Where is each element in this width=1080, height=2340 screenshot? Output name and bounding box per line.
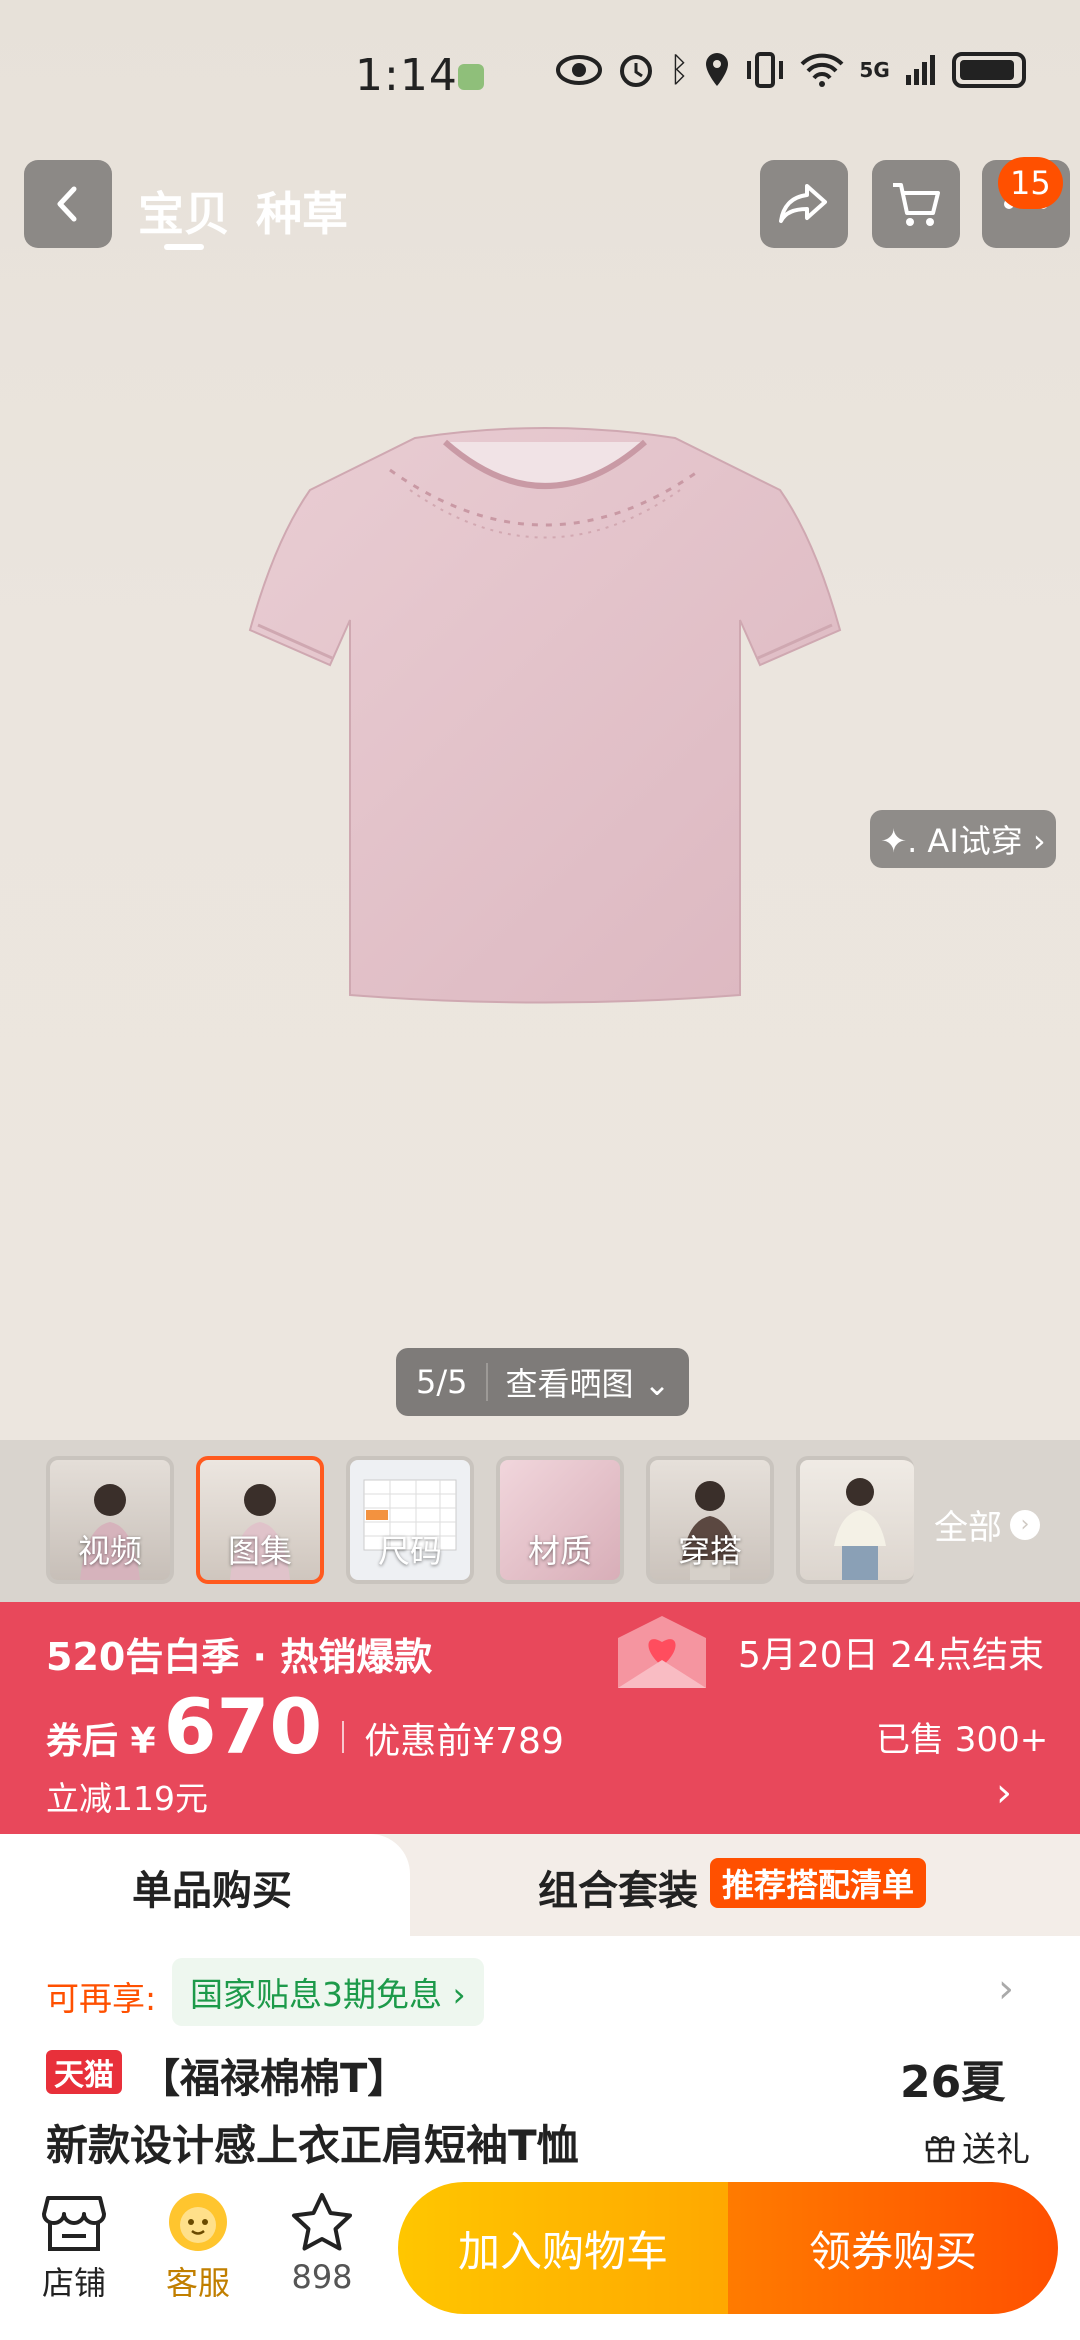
combo-recommend-tag[interactable]: 推荐搭配清单 bbox=[710, 1858, 927, 1908]
vibrate-icon bbox=[747, 52, 784, 88]
price-value: 670 bbox=[163, 1682, 323, 1771]
app-indicator-icon bbox=[458, 64, 484, 90]
signal-icon bbox=[905, 55, 935, 85]
tab-active-indicator bbox=[164, 244, 204, 250]
person-thumbnail bbox=[834, 1478, 886, 1580]
gift-button[interactable]: 送礼 bbox=[924, 2122, 1030, 2171]
service-mascot-icon bbox=[169, 2193, 227, 2251]
chevron-right-icon: › bbox=[996, 1770, 1012, 1816]
thumb-material[interactable]: 材质 bbox=[496, 1456, 624, 1584]
image-counter[interactable]: 5/5 查看晒图 ⌄ bbox=[396, 1348, 689, 1416]
cart-icon bbox=[893, 183, 940, 226]
thumb-label: 材质 bbox=[527, 1532, 592, 1570]
thumb-gallery[interactable]: 图集 bbox=[196, 1456, 324, 1584]
thumb-outfit[interactable]: 穿搭 bbox=[646, 1456, 774, 1584]
tab-product[interactable]: 宝贝 bbox=[138, 178, 230, 244]
eye-icon bbox=[556, 55, 602, 85]
envelope-heart-icon bbox=[618, 1616, 706, 1688]
original-price: 优惠前¥789 bbox=[364, 1721, 564, 1762]
add-to-cart-button[interactable]: 加入购物车 bbox=[398, 2182, 728, 2314]
thumb-label: 图集 bbox=[227, 1532, 292, 1570]
thumb-label: 视频 bbox=[77, 1532, 142, 1570]
thumb-size[interactable]: 尺码 bbox=[346, 1456, 474, 1584]
status-time: 1:14 bbox=[355, 50, 458, 101]
coupon-buy-button[interactable]: 领券购买 bbox=[728, 2182, 1058, 2314]
bottom-action-bar: 店铺 客服 898 加入购物车 领券购买 bbox=[0, 2166, 1080, 2340]
tab-combo-set[interactable]: 组合套装 bbox=[538, 1858, 698, 1916]
customer-service-button[interactable]: 客服 bbox=[148, 2186, 248, 2304]
product-gallery[interactable]: 1:14 ᛒ 5G 宝贝 种草 15 ✦. AI试穿 › 5/5 查看晒图 ⌄ bbox=[0, 0, 1080, 1440]
season-label: 26夏 bbox=[900, 2057, 1006, 2108]
network-label: 5G bbox=[859, 58, 890, 82]
thumbnail-strip: 视频 图集 尺码 材质 穿搭 全部 › bbox=[0, 1440, 1080, 1602]
chevron-right-icon[interactable]: › bbox=[998, 1966, 1014, 2012]
price-row: 券后 ¥ 670 优惠前¥789 bbox=[46, 1682, 564, 1771]
cart-button[interactable] bbox=[872, 160, 960, 248]
product-title-line2: 新款设计感上衣正肩短袖T恤 bbox=[46, 2121, 579, 2170]
share-icon bbox=[779, 184, 827, 223]
store-button[interactable]: 店铺 bbox=[24, 2186, 124, 2304]
thumb-video[interactable]: 视频 bbox=[46, 1456, 174, 1584]
status-bar: 1:14 ᛒ 5G bbox=[0, 40, 1080, 115]
tab-recommend[interactable]: 种草 bbox=[256, 178, 348, 244]
price-prefix: 券后 ¥ bbox=[46, 1721, 156, 1762]
product-info: 可再享: 国家贴息3期免息 › › 天猫 【福禄棉棉T】 26夏 新款设计感上衣… bbox=[0, 1936, 1080, 2170]
view-photos-link[interactable]: 查看晒图 ⌄ bbox=[488, 1359, 689, 1405]
product-image[interactable] bbox=[240, 420, 850, 1020]
status-icons: ᛒ 5G bbox=[555, 50, 1026, 90]
favorite-button[interactable]: 898 bbox=[272, 2186, 372, 2296]
purchase-type-tabs: 单品购买 组合套装 推荐搭配清单 bbox=[0, 1834, 1080, 1936]
thumb-label: 尺码 bbox=[377, 1532, 442, 1570]
chevron-right-icon: › bbox=[1010, 1509, 1040, 1540]
gift-label: 送礼 bbox=[962, 2130, 1030, 2170]
installment-subsidy-tag[interactable]: 国家贴息3期免息 › bbox=[172, 1958, 484, 2026]
thumb-label: 穿搭 bbox=[677, 1532, 742, 1570]
sold-count: 已售 300+ bbox=[876, 1720, 1049, 1760]
back-button[interactable] bbox=[24, 160, 112, 248]
back-arrow-icon bbox=[57, 186, 77, 222]
bluetooth-icon: ᛒ bbox=[669, 50, 690, 90]
store-icon bbox=[42, 2196, 106, 2251]
promo-end-time: 5月20日 24点结束 bbox=[738, 1635, 1044, 1676]
gift-icon bbox=[925, 2135, 955, 2162]
view-all-link[interactable]: 全部 › bbox=[934, 1500, 1040, 1549]
ai-tryon-button[interactable]: ✦. AI试穿 › bbox=[870, 810, 1056, 868]
more-benefits-label: 可再享: bbox=[46, 1979, 157, 2018]
location-icon bbox=[706, 53, 729, 86]
thumb-extra[interactable] bbox=[796, 1456, 914, 1584]
alarm-icon bbox=[620, 55, 652, 87]
service-label: 客服 bbox=[165, 2264, 230, 2302]
product-title-line1: 【福禄棉棉T】 bbox=[140, 2056, 408, 2102]
tab-single-purchase[interactable]: 单品购买 bbox=[132, 1858, 292, 1916]
discount-amount: 立减119元 bbox=[46, 1779, 208, 1818]
view-all-label: 全部 bbox=[934, 1508, 1002, 1548]
image-index: 5/5 bbox=[396, 1363, 488, 1401]
price-divider bbox=[342, 1721, 345, 1753]
wifi-icon bbox=[800, 53, 844, 87]
cart-badge: 15 bbox=[998, 157, 1063, 209]
store-label: 店铺 bbox=[41, 2264, 106, 2302]
star-icon bbox=[292, 2193, 352, 2251]
tmall-badge: 天猫 bbox=[46, 2050, 122, 2094]
promo-event: 520告白季 · 热销爆款 bbox=[46, 1635, 433, 1679]
share-button[interactable] bbox=[760, 160, 848, 248]
favorite-count: 898 bbox=[291, 2258, 353, 2296]
battery-icon bbox=[951, 52, 1026, 88]
promo-banner[interactable]: 520告白季 · 热销爆款 5月20日 24点结束 券后 ¥ 670 优惠前¥7… bbox=[0, 1602, 1080, 1834]
